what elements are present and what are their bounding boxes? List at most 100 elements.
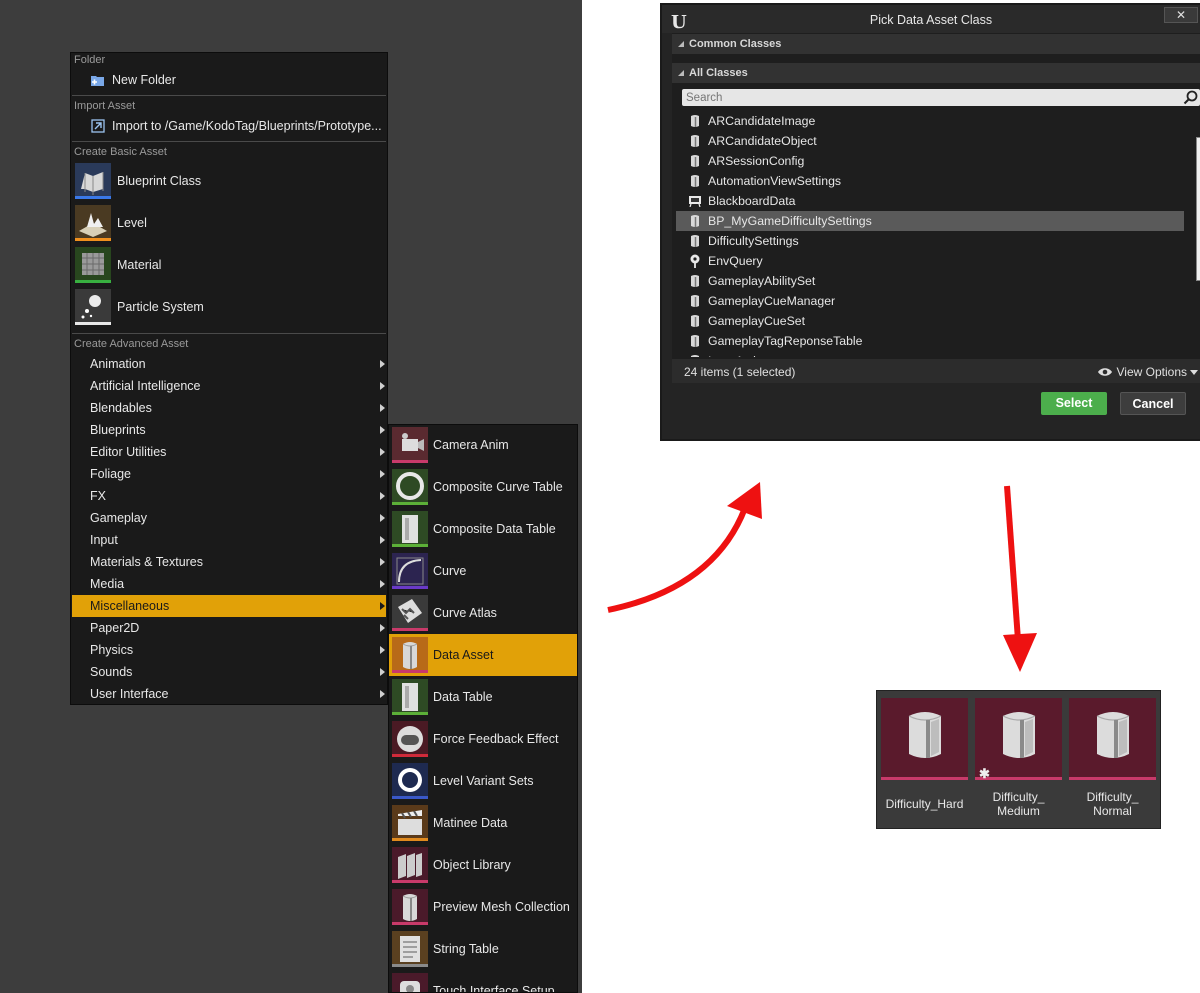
blueprint-class-item[interactable]: Blueprint Class bbox=[72, 161, 386, 201]
touch-interface-setup-icon bbox=[392, 973, 428, 992]
class-row-gameplaytagreponsetable[interactable]: GameplayTagReponseTable bbox=[676, 331, 1184, 351]
submenu-item-touch-interface-setup[interactable]: Touch Interface Setup bbox=[389, 970, 577, 992]
asset-tile[interactable]: ✱ Difficulty_ Medium bbox=[975, 698, 1062, 828]
level-variant-sets-icon bbox=[392, 763, 428, 799]
advanced-category-input[interactable]: Input bbox=[72, 529, 386, 551]
class-label: AutomationViewSettings bbox=[708, 174, 842, 188]
advanced-category-blueprints[interactable]: Blueprints bbox=[72, 419, 386, 441]
particle-system-label: Particle System bbox=[117, 300, 204, 314]
advanced-category-sounds[interactable]: Sounds bbox=[72, 661, 386, 683]
submenu-item-object-library[interactable]: Object Library bbox=[389, 844, 577, 886]
submenu-item-composite-data-table[interactable]: Composite Data Table bbox=[389, 508, 577, 550]
chevron-right-icon bbox=[380, 536, 385, 544]
particle-system-item[interactable]: Particle System bbox=[72, 287, 386, 327]
data-asset-icon bbox=[688, 354, 702, 357]
advanced-category-fx[interactable]: FX bbox=[72, 485, 386, 507]
submenu-item-label: Curve bbox=[433, 564, 467, 578]
advanced-category-user-interface[interactable]: User Interface bbox=[72, 683, 386, 705]
class-row-bp-mygamedifficultysettings[interactable]: BP_MyGameDifficultySettings bbox=[676, 211, 1184, 231]
submenu-item-data-asset[interactable]: Data Asset bbox=[389, 634, 577, 676]
class-label: EnvQuery bbox=[708, 254, 763, 268]
class-row-automationviewsettings[interactable]: AutomationViewSettings bbox=[676, 171, 1184, 191]
class-row-arcandidateimage[interactable]: ARCandidateImage bbox=[676, 111, 1184, 131]
composite-data-table-icon bbox=[392, 511, 428, 547]
collapse-triangle-icon bbox=[678, 70, 684, 76]
close-button[interactable]: ✕ bbox=[1164, 7, 1198, 23]
object-library-icon bbox=[392, 847, 428, 883]
submenu-item-label: Data Asset bbox=[433, 648, 494, 662]
chevron-right-icon bbox=[380, 624, 385, 632]
submenu-item-force-feedback-effect[interactable]: Force Feedback Effect bbox=[389, 718, 577, 760]
import-to-label: Import to /Game/KodoTag/Blueprints/Proto… bbox=[112, 119, 382, 133]
submenu-item-level-variant-sets[interactable]: Level Variant Sets bbox=[389, 760, 577, 802]
data-asset-icon bbox=[688, 314, 702, 328]
submenu-item-string-table[interactable]: String Table bbox=[389, 928, 577, 970]
advanced-category-paper2d[interactable]: Paper2D bbox=[72, 617, 386, 639]
class-row-gameplaycuemanager[interactable]: GameplayCueManager bbox=[676, 291, 1184, 311]
select-button[interactable]: Select bbox=[1041, 392, 1107, 415]
class-row-inputaction[interactable]: InputAction bbox=[676, 351, 1184, 357]
list-scrollbar[interactable] bbox=[1196, 137, 1200, 281]
advanced-category-animation[interactable]: Animation bbox=[72, 353, 386, 375]
class-label: GameplayCueSet bbox=[708, 314, 806, 328]
submenu-item-camera-anim[interactable]: Camera Anim bbox=[389, 425, 577, 466]
advanced-category-media[interactable]: Media bbox=[72, 573, 386, 595]
advanced-category-physics[interactable]: Physics bbox=[72, 639, 386, 661]
class-row-arsessionconfig[interactable]: ARSessionConfig bbox=[676, 151, 1184, 171]
add-new-context-menu: Folder New Folder Import Asset Import to… bbox=[70, 52, 388, 705]
data-asset-icon bbox=[688, 294, 702, 308]
advanced-category-label: Artificial Intelligence bbox=[90, 379, 201, 393]
submenu-item-label: Object Library bbox=[433, 858, 511, 872]
advanced-category-materials-textures[interactable]: Materials & Textures bbox=[72, 551, 386, 573]
asset-name: Difficulty_ Normal bbox=[1086, 790, 1139, 818]
search-input[interactable] bbox=[682, 89, 1172, 106]
items-count: 24 items (1 selected) bbox=[684, 365, 796, 379]
data-asset-icon bbox=[688, 234, 702, 248]
level-item[interactable]: Level bbox=[72, 203, 386, 243]
string-table-icon bbox=[392, 931, 428, 967]
advanced-category-gameplay[interactable]: Gameplay bbox=[72, 507, 386, 529]
dialog-titlebar[interactable]: U Pick Data Asset Class ✕ bbox=[662, 5, 1200, 33]
advanced-category-label: Animation bbox=[90, 357, 146, 371]
env-query-icon bbox=[688, 254, 702, 268]
common-classes-header[interactable]: Common Classes bbox=[672, 34, 1200, 54]
chevron-right-icon bbox=[380, 492, 385, 500]
submenu-item-composite-curve-table[interactable]: Composite Curve Table bbox=[389, 466, 577, 508]
submenu-item-preview-mesh-collection[interactable]: Preview Mesh Collection bbox=[389, 886, 577, 928]
material-item[interactable]: Material bbox=[72, 245, 386, 285]
class-picker: Common Classes All Classes ARCandidateIm… bbox=[672, 33, 1200, 359]
advanced-category-miscellaneous[interactable]: Miscellaneous bbox=[72, 595, 386, 617]
class-row-envquery[interactable]: EnvQuery bbox=[676, 251, 1184, 271]
class-row-arcandidateobject[interactable]: ARCandidateObject bbox=[676, 131, 1184, 151]
class-row-gameplayabilityset[interactable]: GameplayAbilitySet bbox=[676, 271, 1184, 291]
class-row-difficultysettings[interactable]: DifficultySettings bbox=[676, 231, 1184, 251]
advanced-category-editor-utilities[interactable]: Editor Utilities bbox=[72, 441, 386, 463]
basic-asset-heading: Create Basic Asset bbox=[74, 146, 167, 158]
advanced-category-blendables[interactable]: Blendables bbox=[72, 397, 386, 419]
class-row-gameplaycueset[interactable]: GameplayCueSet bbox=[676, 311, 1184, 331]
class-row-blackboarddata[interactable]: BlackboardData bbox=[676, 191, 1184, 211]
asset-tile[interactable]: Difficulty_ Normal bbox=[1069, 698, 1156, 828]
common-classes-label: Common Classes bbox=[689, 38, 782, 50]
class-label: GameplayTagReponseTable bbox=[708, 334, 863, 348]
search-box bbox=[682, 89, 1200, 106]
unsaved-asterisk-icon: ✱ bbox=[979, 766, 990, 781]
new-folder-item[interactable]: New Folder bbox=[72, 70, 386, 90]
submenu-item-data-table[interactable]: Data Table bbox=[389, 676, 577, 718]
curve-atlas-icon bbox=[392, 595, 428, 631]
import-heading: Import Asset bbox=[74, 100, 136, 112]
data-asset-icon: ✱ bbox=[975, 698, 1062, 781]
submenu-item-curve[interactable]: Curve bbox=[389, 550, 577, 592]
submenu-item-curve-atlas[interactable]: Curve Atlas bbox=[389, 592, 577, 634]
advanced-category-foliage[interactable]: Foliage bbox=[72, 463, 386, 485]
chevron-right-icon bbox=[380, 690, 385, 698]
cancel-button[interactable]: Cancel bbox=[1120, 392, 1186, 415]
data-asset-icon bbox=[392, 637, 428, 673]
all-classes-header[interactable]: All Classes bbox=[672, 63, 1200, 83]
import-to-item[interactable]: Import to /Game/KodoTag/Blueprints/Proto… bbox=[72, 116, 386, 136]
advanced-category-label: Miscellaneous bbox=[90, 599, 170, 613]
submenu-item-matinee-data[interactable]: Matinee Data bbox=[389, 802, 577, 844]
asset-tile[interactable]: Difficulty_Hard bbox=[881, 698, 968, 828]
view-options-button[interactable]: View Options bbox=[1097, 365, 1198, 379]
advanced-category-artificial-intelligence[interactable]: Artificial Intelligence bbox=[72, 375, 386, 397]
